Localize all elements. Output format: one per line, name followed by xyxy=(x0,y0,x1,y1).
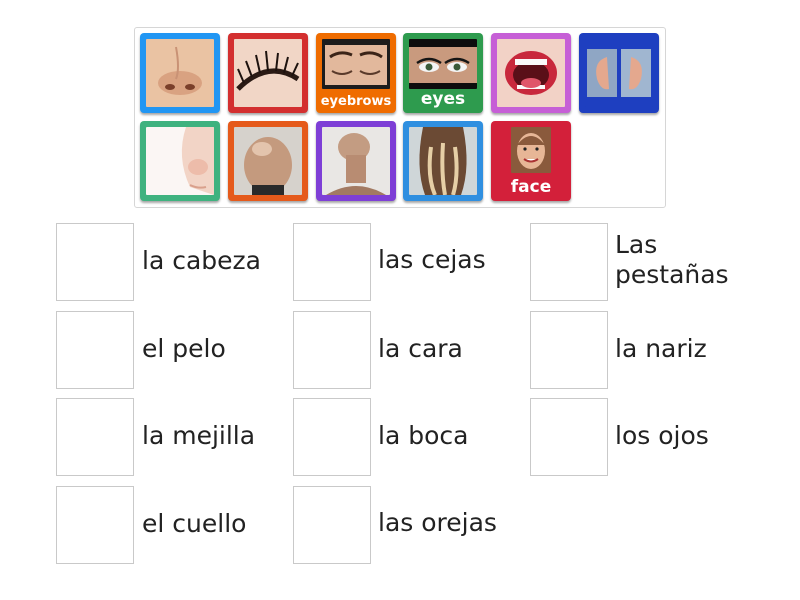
drop-slot-el-cuello[interactable] xyxy=(56,486,134,564)
eyes-icon xyxy=(409,39,477,89)
target-label: el cuello xyxy=(142,508,247,538)
tile-caption: face xyxy=(510,177,552,197)
tile-nose[interactable] xyxy=(140,33,220,113)
target-label: la mejilla xyxy=(142,420,256,450)
target-label: el pelo xyxy=(142,333,226,363)
target-label: los ojos xyxy=(615,420,709,450)
target-label: Las pestañas xyxy=(615,230,729,289)
drop-slot-la-nariz[interactable] xyxy=(530,311,608,389)
hair-icon xyxy=(409,127,477,195)
tile-cheek[interactable] xyxy=(140,121,220,201)
tile-face[interactable]: face xyxy=(491,121,571,201)
tile-caption: eyes xyxy=(420,89,466,109)
drop-slot-las-cejas[interactable] xyxy=(293,223,371,301)
drop-slot-la-cabeza[interactable] xyxy=(56,223,134,301)
tile-hair[interactable] xyxy=(403,121,483,201)
eyelashes-icon xyxy=(234,39,302,107)
tile-eyebrows[interactable]: eyebrows xyxy=(316,33,396,113)
tile-neck[interactable] xyxy=(316,121,396,201)
tile-eyes[interactable]: eyes xyxy=(403,33,483,113)
tile-caption: eyebrows xyxy=(320,94,392,109)
nose-icon xyxy=(146,39,214,107)
target-label: las orejas xyxy=(378,507,497,537)
tile-eyelashes[interactable] xyxy=(228,33,308,113)
tile-head[interactable] xyxy=(228,121,308,201)
target-label: la nariz xyxy=(615,333,707,363)
ears-icon xyxy=(585,39,653,107)
tile-ears[interactable] xyxy=(579,33,659,113)
face-icon xyxy=(511,127,551,173)
target-label: las cejas xyxy=(378,244,486,274)
neck-icon xyxy=(322,127,390,195)
drop-slot-la-cara[interactable] xyxy=(293,311,371,389)
tile-mouth[interactable] xyxy=(491,33,571,113)
cheek-icon xyxy=(146,127,214,195)
head-icon xyxy=(234,127,302,195)
eyebrows-icon xyxy=(322,39,390,89)
mouth-icon xyxy=(497,39,565,107)
drop-slot-el-pelo[interactable] xyxy=(56,311,134,389)
target-label: la cara xyxy=(378,333,463,363)
drop-slot-la-boca[interactable] xyxy=(293,398,371,476)
drop-slot-las-orejas[interactable] xyxy=(293,486,371,564)
target-label: la boca xyxy=(378,420,469,450)
drop-slot-la-mejilla[interactable] xyxy=(56,398,134,476)
target-label: la cabeza xyxy=(142,245,261,275)
drop-slot-las-pestanas[interactable] xyxy=(530,223,608,301)
drop-slot-los-ojos[interactable] xyxy=(530,398,608,476)
